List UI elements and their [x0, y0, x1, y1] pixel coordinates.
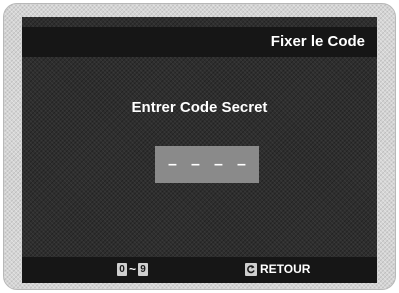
code-digit-1: – [168, 155, 177, 173]
return-icon [245, 262, 257, 276]
code-input[interactable]: – – – – [155, 146, 259, 183]
page-title: Fixer le Code [270, 33, 365, 50]
return-button[interactable]: RETOUR [245, 262, 310, 276]
title-bar: Fixer le Code [22, 27, 377, 57]
code-digit-2: – [191, 155, 200, 173]
number-keys-hint: 0 ~ 9 [117, 262, 149, 276]
code-digit-3: – [214, 155, 223, 173]
key-0-badge: 0 [117, 262, 127, 276]
osd-screen: Fixer le Code Entrer Code Secret – – – –… [22, 17, 377, 283]
key-range-separator: ~ [129, 262, 137, 276]
footer-bar: 0 ~ 9 RETOUR [22, 257, 377, 283]
return-label: RETOUR [260, 262, 311, 276]
code-digit-4: – [237, 155, 246, 173]
key-9-badge: 9 [138, 262, 149, 276]
code-prompt: Entrer Code Secret [131, 99, 268, 116]
